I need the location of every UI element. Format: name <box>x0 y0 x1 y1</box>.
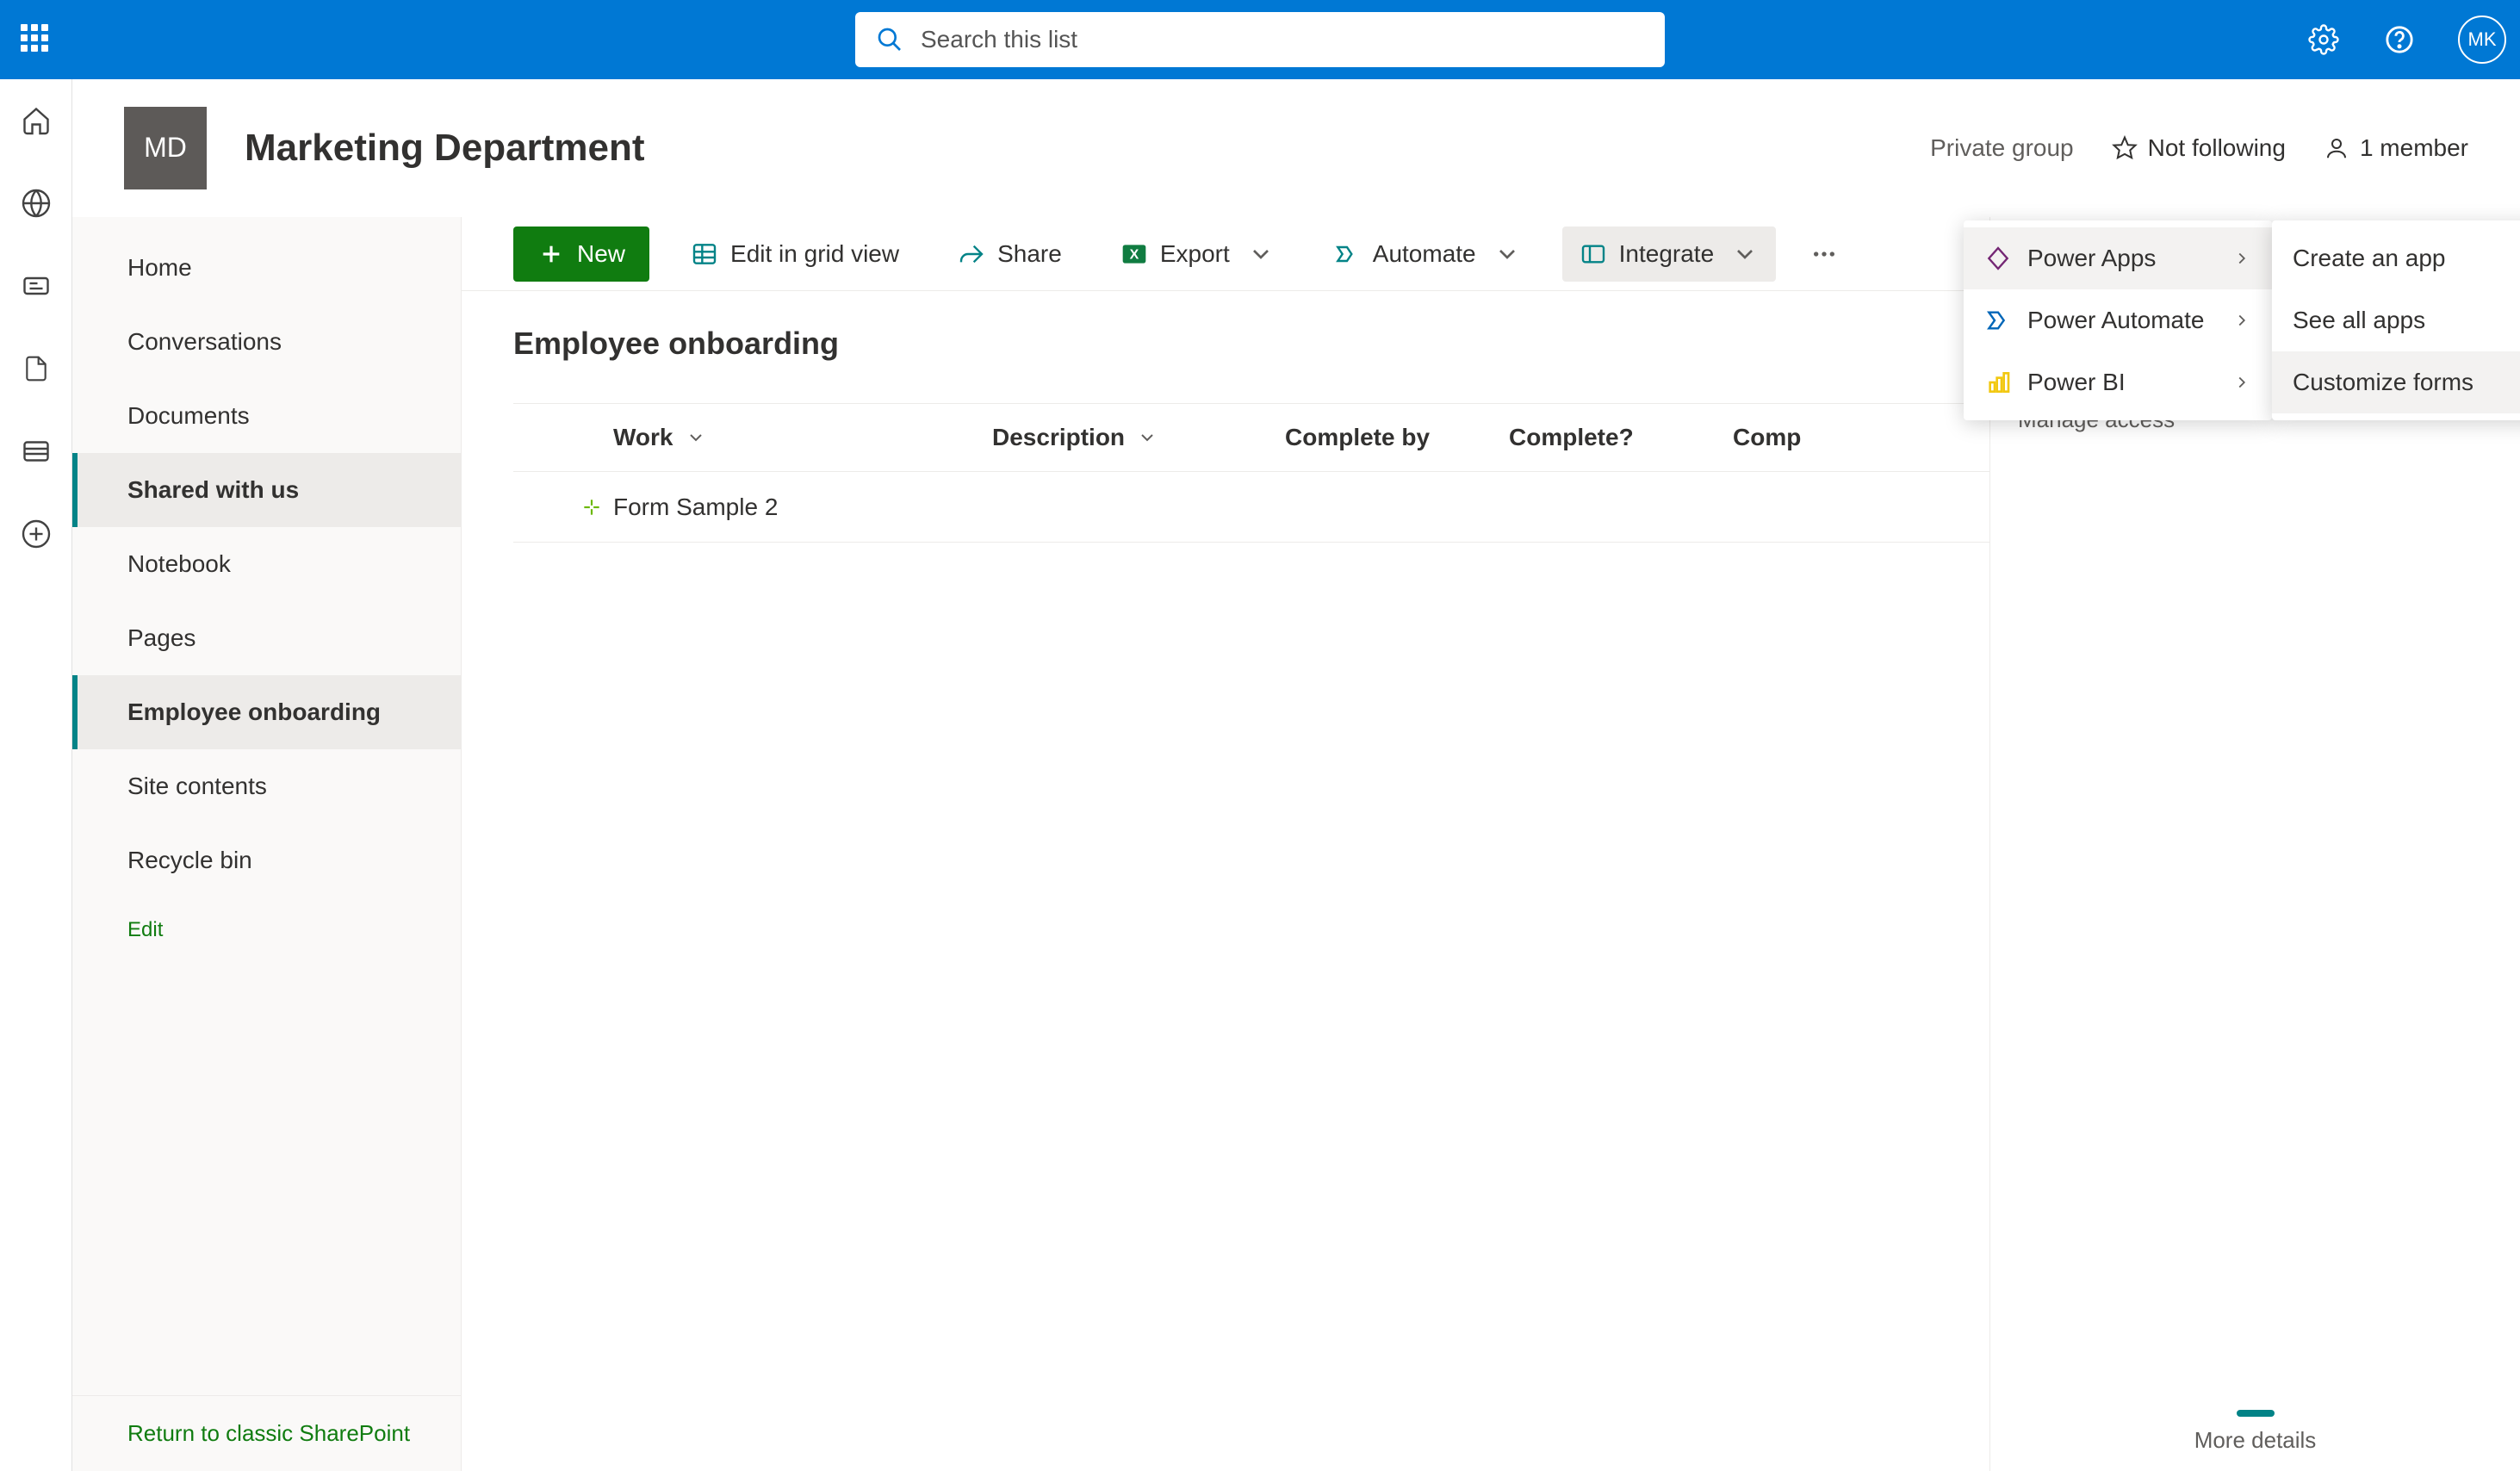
power-bi-icon <box>1984 369 2012 396</box>
nav-pages[interactable]: Pages <box>72 601 461 675</box>
svg-text:X: X <box>1129 247 1139 262</box>
grid-icon <box>691 240 718 268</box>
power-apps-submenu: Create an app See all apps Customize for… <box>2272 220 2520 420</box>
flow-icon <box>1333 240 1361 268</box>
row-status-icon <box>513 496 613 518</box>
export-button[interactable]: X Export <box>1103 227 1292 282</box>
edit-grid-button[interactable]: Edit in grid view <box>673 227 916 282</box>
chevron-down-icon <box>1247 240 1275 268</box>
column-complete-by[interactable]: Complete by <box>1271 424 1495 451</box>
drag-handle-icon[interactable] <box>2237 1410 2275 1417</box>
submenu-create-app[interactable]: Create an app <box>2272 227 2520 289</box>
list-icon[interactable] <box>19 434 53 469</box>
avatar-initials: MK <box>2468 28 2497 51</box>
more-details-link[interactable]: More details <box>1990 1427 2520 1454</box>
settings-icon[interactable] <box>2306 22 2341 57</box>
column-description[interactable]: Description <box>978 424 1271 451</box>
power-apps-icon <box>1984 245 2012 272</box>
chevron-down-icon <box>1731 240 1759 268</box>
site-left-nav: Home Conversations Documents Shared with… <box>72 217 462 1471</box>
nav-notebook[interactable]: Notebook <box>72 527 461 601</box>
power-automate-icon <box>1984 307 2012 334</box>
global-nav-rail <box>0 79 72 1471</box>
submenu-see-all-apps[interactable]: See all apps <box>2272 289 2520 351</box>
menu-power-apps[interactable]: Power Apps <box>1964 227 2272 289</box>
panel-footer: More details <box>1990 1410 2520 1454</box>
chevron-down-icon <box>1137 427 1158 448</box>
integrate-button[interactable]: Integrate <box>1562 227 1777 282</box>
submenu-customize-forms[interactable]: Customize forms <box>2272 351 2520 413</box>
nav-conversations[interactable]: Conversations <box>72 305 461 379</box>
chevron-right-icon <box>2232 249 2251 268</box>
news-icon[interactable] <box>19 269 53 303</box>
user-avatar[interactable]: MK <box>2458 16 2506 64</box>
home-icon[interactable] <box>19 103 53 138</box>
privacy-label: Private group <box>1930 134 2074 162</box>
column-complete[interactable]: Complete? <box>1495 424 1719 451</box>
column-work[interactable]: Work <box>513 424 978 451</box>
return-classic-link[interactable]: Return to classic SharePoint <box>72 1395 461 1471</box>
help-icon[interactable] <box>2382 22 2417 57</box>
nav-recycle-bin[interactable]: Recycle bin <box>72 823 461 897</box>
create-icon[interactable] <box>19 517 53 551</box>
nav-shared-with-us[interactable]: Shared with us <box>72 453 461 527</box>
members-button[interactable]: 1 member <box>2324 134 2468 162</box>
share-button[interactable]: Share <box>940 227 1079 282</box>
automate-button[interactable]: Automate <box>1316 227 1538 282</box>
site-logo[interactable]: MD <box>124 107 207 189</box>
file-icon[interactable] <box>19 351 53 386</box>
more-button[interactable] <box>1800 227 1848 282</box>
nav-site-contents[interactable]: Site contents <box>72 749 461 823</box>
app-header: Search this list MK <box>0 0 2520 79</box>
chevron-down-icon <box>1493 240 1521 268</box>
excel-icon: X <box>1120 240 1148 268</box>
site-header: MD Marketing Department Private group No… <box>72 79 2520 217</box>
chevron-right-icon <box>2232 373 2251 392</box>
person-icon <box>2324 135 2349 161</box>
chevron-down-icon <box>686 427 706 448</box>
share-icon <box>958 240 985 268</box>
new-button[interactable]: New <box>513 227 649 282</box>
star-icon <box>2112 135 2138 161</box>
site-title[interactable]: Marketing Department <box>245 127 645 170</box>
search-placeholder: Search this list <box>921 26 1077 53</box>
chevron-right-icon <box>2232 311 2251 330</box>
nav-employee-onboarding[interactable]: Employee onboarding <box>72 675 461 749</box>
integrate-icon <box>1580 240 1607 268</box>
menu-power-automate[interactable]: Power Automate <box>1964 289 2272 351</box>
globe-icon[interactable] <box>19 186 53 220</box>
nav-edit-link[interactable]: Edit <box>72 918 461 942</box>
plus-icon <box>537 240 565 268</box>
nav-documents[interactable]: Documents <box>72 379 461 453</box>
integrate-menu: Power Apps Power Automate <box>1964 220 2272 420</box>
nav-home[interactable]: Home <box>72 231 461 305</box>
search-icon <box>876 26 903 53</box>
follow-button[interactable]: Not following <box>2112 134 2286 162</box>
app-launcher-icon[interactable] <box>21 24 52 55</box>
ellipsis-icon <box>1810 240 1838 268</box>
column-completed[interactable]: Comp <box>1719 424 1815 451</box>
search-input[interactable]: Search this list <box>855 12 1665 67</box>
content-main: New Edit in grid view Share X Export <box>462 217 2520 1471</box>
menu-power-bi[interactable]: Power BI <box>1964 351 2272 413</box>
